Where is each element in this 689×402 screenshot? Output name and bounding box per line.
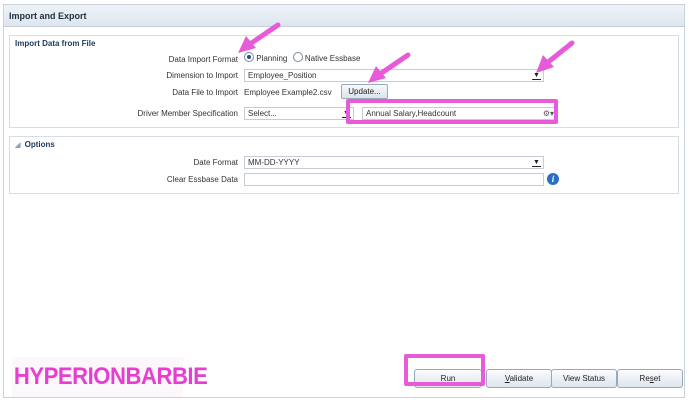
clear-essbase-label: Clear Essbase Data [166, 175, 238, 184]
clear-essbase-field[interactable] [244, 173, 544, 186]
dropdown-arrow-icon[interactable]: ▼ [532, 158, 541, 167]
date-format-value: MM-DD-YYYY [248, 158, 300, 167]
clear-essbase-row: Clear Essbase Data i [10, 173, 678, 187]
options-section: ◢ Options Date Format MM-DD-YYYY ▼ Clear… [9, 136, 679, 194]
collapse-triangle-icon[interactable]: ◢ [15, 142, 20, 149]
file-name: Employee Example2.csv [244, 88, 332, 97]
arrow-update-icon [368, 52, 411, 83]
driver-label: Driver Member Specification [137, 109, 238, 118]
driver-select[interactable]: Select... ▼ [244, 107, 354, 120]
format-label: Data Import Format [168, 55, 238, 64]
date-format-label: Date Format [193, 158, 238, 167]
import-data-section: Import Data from File Data Import Format… [9, 35, 679, 128]
import-export-panel: Import and Export Import Data from File … [3, 4, 685, 398]
hyperionbarbie-logo: HYPERIONBARBIE [12, 357, 208, 397]
validate-button[interactable]: Validate [486, 369, 552, 388]
native-essbase-radio-label[interactable]: Native Essbase [305, 54, 361, 63]
native-essbase-radio[interactable] [292, 52, 303, 62]
dimension-select-value: Employee_Position [248, 71, 317, 80]
import-section-title: Import Data from File [15, 39, 96, 48]
dimension-label: Dimension to Import [166, 71, 238, 80]
date-format-select[interactable]: MM-DD-YYYY ▼ [244, 156, 544, 169]
reset-button[interactable]: Reset [617, 369, 683, 388]
validate-rest: alidate [509, 374, 534, 383]
dimension-row: Dimension to Import Employee_Position ▼ [10, 69, 678, 83]
date-format-row: Date Format MM-DD-YYYY ▼ [10, 156, 678, 170]
reset-prefix: Re [639, 374, 650, 383]
reset-rest: et [653, 374, 661, 383]
driver-select-value: Select... [248, 109, 277, 118]
options-section-title: Options [24, 140, 55, 149]
options-section-header[interactable]: ◢ Options [15, 140, 55, 149]
panel-title: Import and Export [4, 5, 684, 27]
arrow-dimension-icon [536, 40, 575, 73]
update-button[interactable]: Update... [341, 84, 388, 99]
file-row: Data File to Import Employee Example2.cs… [10, 84, 678, 100]
arrow-format-icon [238, 22, 281, 53]
format-row: Data Import Format Planning Native Essba… [10, 52, 678, 67]
members-highlight-box [346, 99, 558, 124]
info-icon[interactable]: i [547, 173, 559, 185]
file-label: Data File to Import [172, 88, 238, 97]
view-status-button[interactable]: View Status [551, 369, 617, 388]
driver-row: Driver Member Specification Select... ▼ … [10, 107, 678, 121]
run-highlight-box [404, 354, 485, 386]
